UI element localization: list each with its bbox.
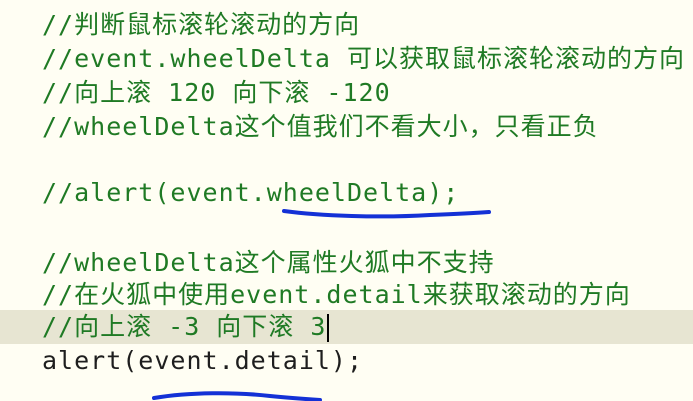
code-line-text: alert(event.detail); (42, 346, 364, 375)
code-line-comment[interactable]: //在火狐中使用event.detail来获取滚动的方向 (0, 278, 693, 312)
code-line-content: //向上滚 -3 向下滚 3 (42, 312, 327, 341)
code-line-empty[interactable] (0, 212, 693, 246)
code-line-comment[interactable]: //alert(event.wheelDelta); (0, 176, 693, 210)
code-line-comment[interactable]: //向上滚 120 向下滚 -120 (0, 76, 693, 110)
code-line-text: //alert(event.wheelDelta); (42, 178, 460, 207)
code-line-text: //wheelDelta这个属性火狐中不支持 (42, 248, 495, 277)
code-line-text: //向上滚 -3 向下滚 3 (42, 310, 330, 344)
code-line-text: //在火狐中使用event.detail来获取滚动的方向 (42, 280, 631, 309)
code-line-text: //wheelDelta这个值我们不看大小，只看正负 (42, 112, 599, 141)
code-line-text: //event.wheelDelta 可以获取鼠标滚轮滚动的方向 (42, 44, 685, 73)
code-editor[interactable]: //判断鼠标滚轮滚动的方向 //event.wheelDelta 可以获取鼠标滚… (0, 0, 693, 401)
code-line-current[interactable]: //向上滚 -3 向下滚 3 (0, 310, 693, 344)
code-line-comment[interactable]: //wheelDelta这个属性火狐中不支持 (0, 246, 693, 280)
code-line-comment[interactable]: //wheelDelta这个值我们不看大小，只看正负 (0, 110, 693, 144)
code-line-code[interactable]: alert(event.detail); (0, 344, 693, 378)
text-cursor (327, 314, 330, 342)
code-line-empty[interactable] (0, 144, 693, 178)
code-line-text: //判断鼠标滚轮滚动的方向 (42, 10, 361, 39)
code-line-comment[interactable]: //event.wheelDelta 可以获取鼠标滚轮滚动的方向 (0, 42, 693, 76)
code-line-text: //向上滚 120 向下滚 -120 (42, 78, 391, 107)
code-line-comment[interactable]: //判断鼠标滚轮滚动的方向 (0, 8, 693, 42)
